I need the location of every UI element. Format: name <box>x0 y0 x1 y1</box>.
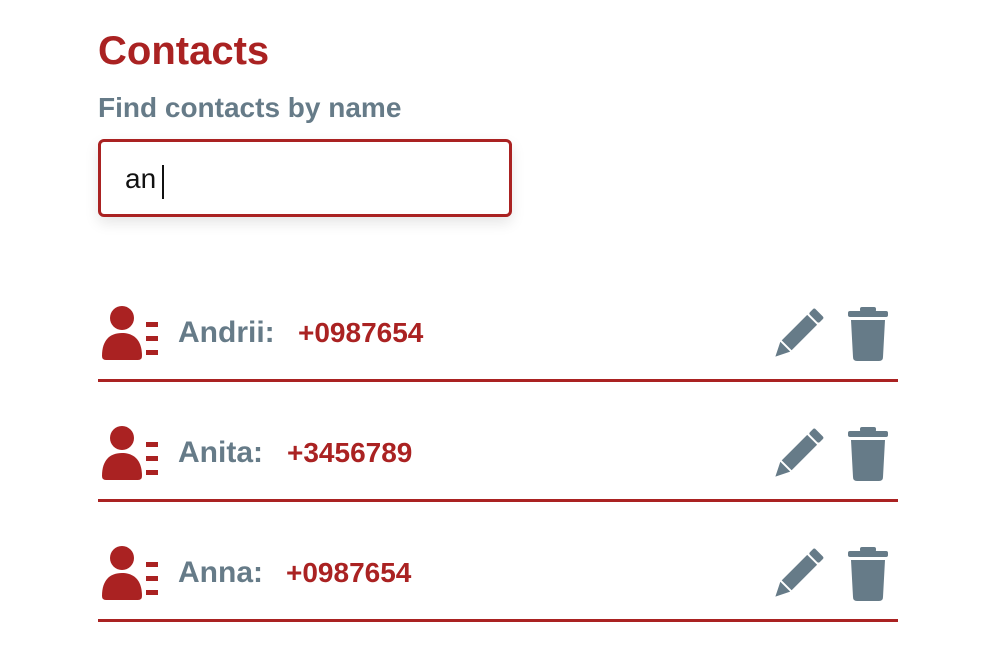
contact-list-icon <box>102 306 158 360</box>
search-input[interactable] <box>125 159 485 199</box>
pencil-icon <box>775 428 824 477</box>
page-title: Contacts <box>98 29 270 73</box>
delete-button[interactable] <box>846 546 890 602</box>
edit-button[interactable] <box>770 546 826 602</box>
edit-button[interactable] <box>770 426 826 482</box>
search-label: Find contacts by name <box>98 92 402 123</box>
trash-icon <box>848 307 888 361</box>
contact-item: Anita: +3456789 <box>98 406 898 502</box>
contact-list-icon <box>102 546 158 600</box>
contact-item: Andrii: +0987654 <box>98 286 898 382</box>
pencil-icon <box>775 548 824 597</box>
contacts-page: Contacts Find contacts by name Andrii: +… <box>0 0 990 656</box>
contact-name: Andrii: <box>178 316 275 349</box>
contact-name: Anita: <box>178 436 263 469</box>
contact-list-icon <box>102 426 158 480</box>
contact-name: Anna: <box>178 556 263 589</box>
trash-icon <box>848 547 888 601</box>
pencil-icon <box>775 308 824 357</box>
contact-phone: +3456789 <box>287 437 413 468</box>
contact-phone: +0987654 <box>298 317 424 348</box>
contact-phone: +0987654 <box>286 557 412 588</box>
delete-button[interactable] <box>846 306 890 362</box>
contact-item: Anna: +0987654 <box>98 526 898 622</box>
search-field[interactable] <box>98 139 512 217</box>
text-cursor <box>162 165 164 199</box>
delete-button[interactable] <box>846 426 890 482</box>
edit-button[interactable] <box>770 306 826 362</box>
trash-icon <box>848 427 888 481</box>
